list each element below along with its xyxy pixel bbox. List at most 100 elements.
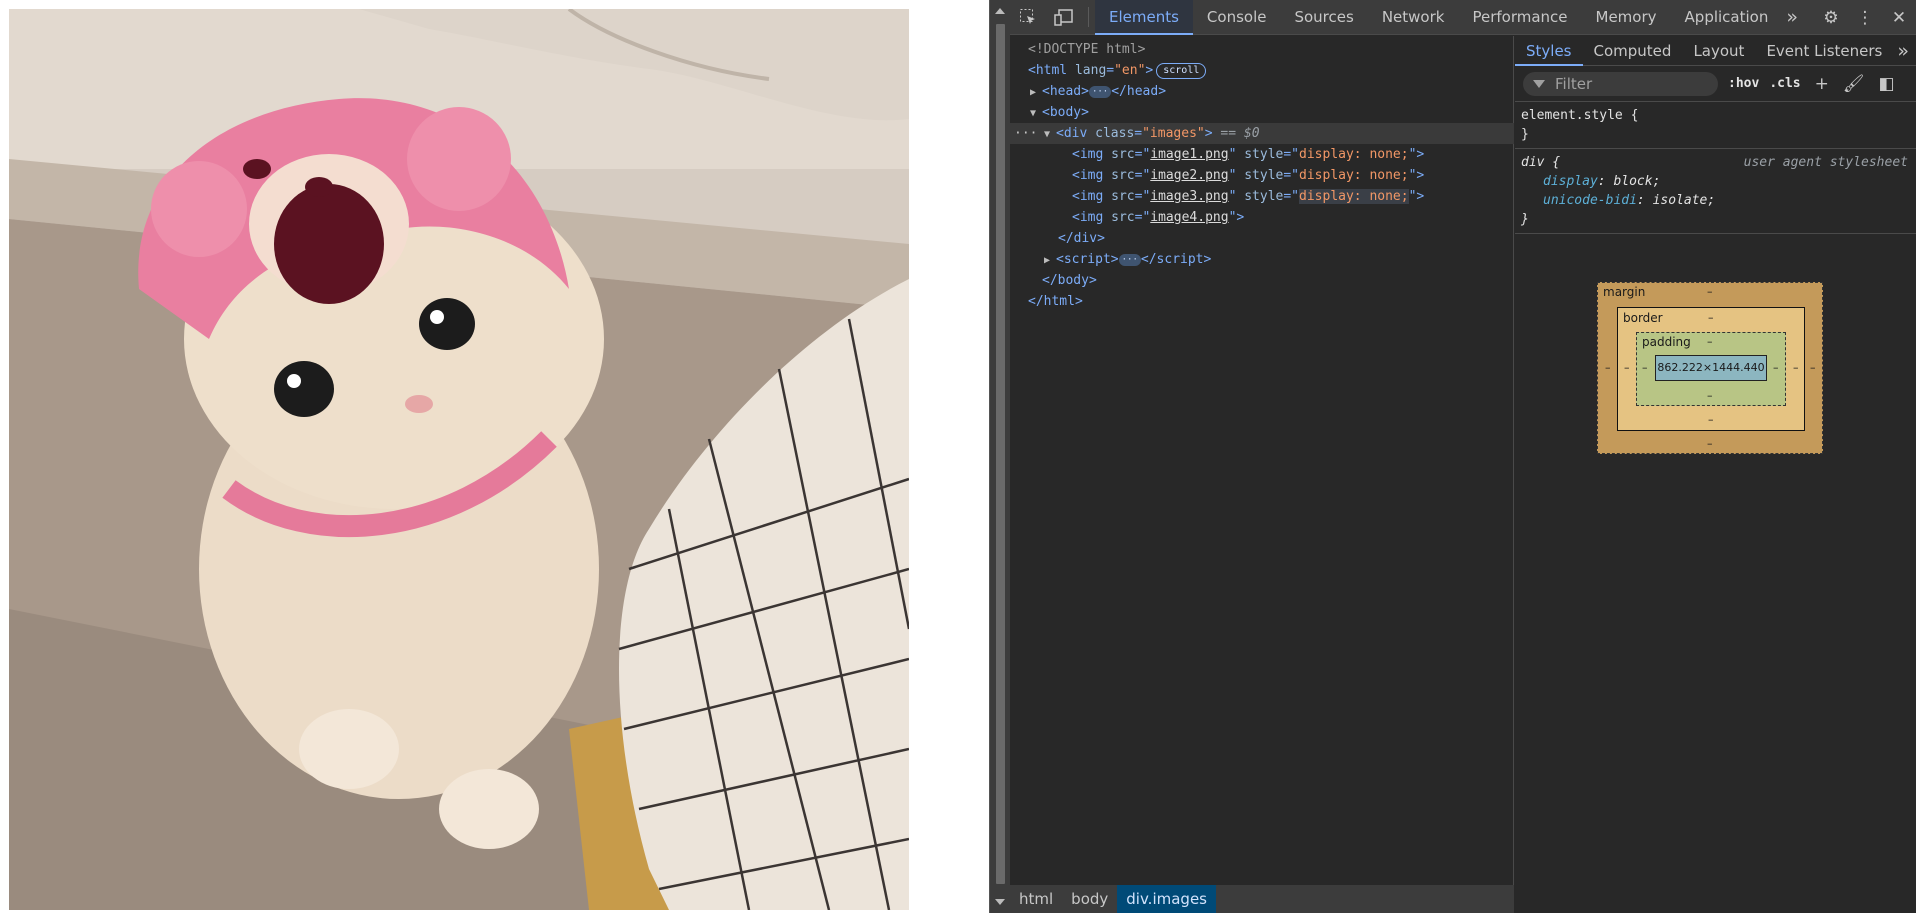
head-node[interactable]: ▶ <head> ··· </head> (1010, 81, 1514, 102)
html-lang-value: "en" (1114, 63, 1146, 78)
tab-styles[interactable]: Styles (1515, 36, 1583, 66)
collapsed-ellipsis-icon[interactable]: ··· (1118, 253, 1141, 266)
img-src-link[interactable]: image1.png (1150, 147, 1228, 162)
div-images-node[interactable]: ··· ▼ <div class="images"> == $0 (1010, 123, 1514, 144)
new-style-rule-icon[interactable]: + (1815, 74, 1829, 94)
div-class-value: "images" (1142, 126, 1205, 141)
div-close-node[interactable]: </div> (1010, 228, 1514, 249)
browser-viewport (0, 0, 989, 913)
tab-event-listeners[interactable]: Event Listeners (1755, 36, 1893, 66)
styles-filter-input[interactable]: Filter (1523, 71, 1718, 96)
doctype-node[interactable]: <!DOCTYPE html> (1010, 39, 1514, 60)
inspect-element-icon[interactable] (1010, 0, 1046, 35)
declaration-unicode-bidi[interactable]: unicode-bidi: isolate; (1521, 191, 1910, 210)
box-model-diagram: margin – – – – border – – – – padding – (1597, 282, 1823, 454)
node-actions-icon[interactable]: ··· (1014, 123, 1037, 144)
expand-triangle-icon[interactable]: ▶ (1030, 82, 1042, 103)
body-close-node[interactable]: </body> (1010, 270, 1514, 291)
tab-console[interactable]: Console (1193, 0, 1281, 35)
img-src-link[interactable]: image3.png (1150, 189, 1228, 204)
cat-illustration (9, 9, 909, 910)
scroll-badge[interactable]: scroll (1156, 62, 1207, 79)
element-style-close: } (1521, 127, 1529, 142)
collapse-triangle-icon[interactable]: ▼ (1044, 124, 1056, 145)
doctype-text: <!DOCTYPE html> (1028, 42, 1146, 57)
img-node-2[interactable]: <img src="image2.png" style="display: no… (1010, 165, 1514, 186)
div-rule-close: } (1521, 212, 1529, 227)
breadcrumb: html body div.images (1010, 885, 1514, 913)
declaration-value: block; (1613, 174, 1661, 189)
more-style-tabs-icon[interactable]: » (1893, 36, 1913, 66)
margin-label: margin (1603, 285, 1646, 299)
html-lang-attr: lang (1074, 63, 1107, 78)
body-tag-name: body (1049, 105, 1082, 120)
tab-network[interactable]: Network (1368, 0, 1459, 35)
div-user-agent-rule[interactable]: div { user agent stylesheet display: blo… (1515, 149, 1916, 234)
box-model-border[interactable]: border – – – – padding – – – – 862.222×1… (1617, 307, 1805, 431)
toggle-sidebar-icon[interactable]: ◧ (1878, 74, 1894, 94)
img-style-value: display: none; (1299, 147, 1409, 162)
img-src-link[interactable]: image4.png (1150, 210, 1228, 225)
script-close-tag-name: script (1156, 252, 1204, 267)
declaration-value: isolate; (1652, 193, 1716, 208)
styles-tabbar: Styles Computed Layout Event Listeners » (1515, 36, 1916, 66)
html-tag-name: html (1035, 63, 1068, 78)
devtools-panel: Elements Console Sources Network Perform… (1010, 0, 1916, 913)
border-label: border (1623, 311, 1663, 325)
screen: Elements Console Sources Network Perform… (0, 0, 1916, 913)
declaration-prop: unicode-bidi (1543, 193, 1637, 208)
close-devtools-icon[interactable]: ✕ (1882, 8, 1916, 28)
toolbar-divider (1088, 7, 1089, 27)
img-style-value: display: none; (1299, 168, 1409, 183)
box-model-content-size[interactable]: 862.222×1444.440 (1655, 355, 1767, 381)
scroll-down-arrow-icon[interactable] (995, 899, 1005, 905)
img-node-3[interactable]: <img src="image3.png" style="display: no… (1010, 186, 1514, 207)
tab-application[interactable]: Application (1671, 0, 1783, 35)
html-close-tag-name: html (1043, 294, 1075, 309)
more-tabs-icon[interactable]: » (1782, 0, 1802, 35)
expand-triangle-icon[interactable]: ▶ (1044, 250, 1056, 271)
viewport-scrollbar[interactable] (989, 0, 1010, 913)
img-node-1[interactable]: <img src="image1.png" style="display: no… (1010, 144, 1514, 165)
hov-toggle-button[interactable]: :hov (1728, 76, 1759, 91)
settings-gear-icon[interactable]: ⚙ (1814, 8, 1848, 28)
script-tag-name: script (1063, 252, 1111, 267)
element-style-rule[interactable]: element.style { } (1515, 102, 1916, 149)
tab-elements[interactable]: Elements (1095, 0, 1193, 35)
box-model-margin[interactable]: margin – – – – border – – – – padding – (1597, 282, 1823, 454)
tab-memory[interactable]: Memory (1582, 0, 1671, 35)
styles-pane: Styles Computed Layout Event Listeners »… (1515, 36, 1916, 913)
collapse-triangle-icon[interactable]: ▼ (1030, 103, 1042, 124)
breadcrumb-div-images[interactable]: div.images (1117, 885, 1216, 913)
html-close-node[interactable]: </html> (1010, 291, 1514, 312)
margin-right-value: – (1810, 361, 1816, 374)
img-src-link[interactable]: image2.png (1150, 168, 1228, 183)
box-model-padding[interactable]: padding – – – – 862.222×1444.440 (1636, 332, 1786, 406)
scroll-up-arrow-icon[interactable] (995, 8, 1005, 14)
tab-performance[interactable]: Performance (1458, 0, 1581, 35)
paint-brush-icon[interactable]: 🖌 (1843, 74, 1865, 94)
tab-computed[interactable]: Computed (1583, 36, 1683, 66)
script-node[interactable]: ▶ <script> ··· </script> (1010, 249, 1514, 270)
breadcrumb-html[interactable]: html (1010, 885, 1062, 913)
tab-sources[interactable]: Sources (1280, 0, 1367, 35)
tab-layout[interactable]: Layout (1682, 36, 1755, 66)
collapsed-ellipsis-icon[interactable]: ··· (1088, 85, 1112, 98)
devtools-tabbar: Elements Console Sources Network Perform… (1010, 0, 1916, 35)
head-tag-name: head (1049, 84, 1082, 99)
border-right-value: – (1793, 361, 1799, 374)
elements-tree: <!DOCTYPE html> <html lang="en"> scroll ▶… (1010, 36, 1514, 885)
margin-top-value: – (1707, 285, 1713, 298)
device-toolbar-icon[interactable] (1046, 0, 1082, 35)
html-node[interactable]: <html lang="en"> scroll (1010, 60, 1514, 81)
kebab-menu-icon[interactable]: ⋮ (1848, 8, 1882, 28)
img-node-4[interactable]: <img src="image4.png"> (1010, 207, 1514, 228)
declaration-display[interactable]: display: block; (1521, 172, 1910, 191)
padding-left-value: – (1642, 361, 1648, 374)
breadcrumb-body[interactable]: body (1062, 885, 1117, 913)
img-style-value: display: none; (1299, 189, 1409, 204)
scroll-thumb[interactable] (996, 24, 1005, 884)
body-node[interactable]: ▼ <body> (1010, 102, 1514, 123)
padding-label: padding (1642, 335, 1691, 349)
cls-toggle-button[interactable]: .cls (1769, 76, 1800, 91)
